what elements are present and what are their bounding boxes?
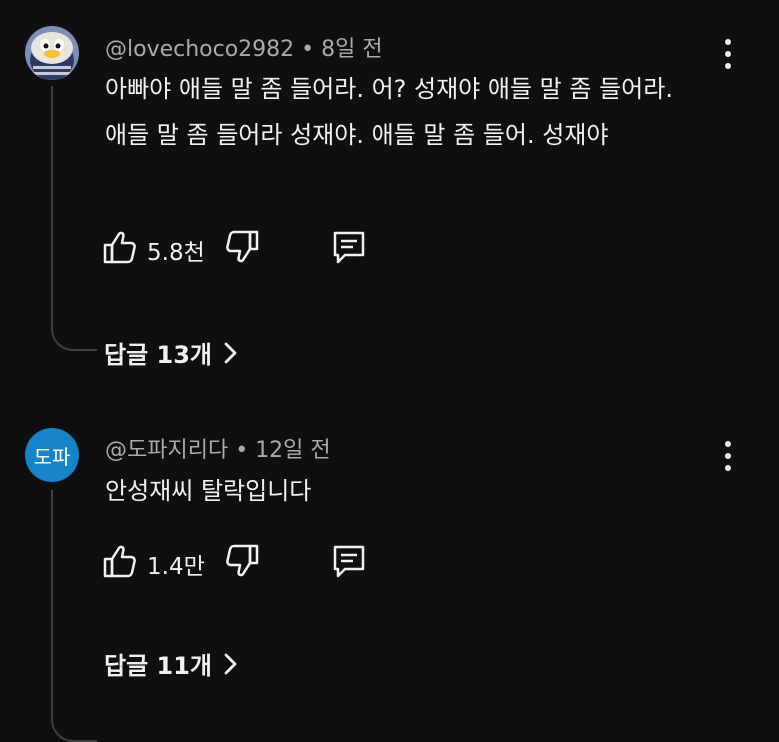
like-count: 1.4만 bbox=[147, 554, 205, 580]
reply-thread-line bbox=[51, 490, 97, 742]
reply-thread-line bbox=[51, 86, 97, 351]
more-options-icon[interactable] bbox=[716, 441, 740, 471]
like-count: 5.8천 bbox=[147, 240, 205, 266]
comment-time: 8일 전 bbox=[321, 37, 383, 62]
view-replies-button[interactable]: 답글 11개 bbox=[104, 646, 238, 681]
replies-label: 답글 13개 bbox=[104, 341, 212, 369]
dislike-button[interactable] bbox=[222, 541, 262, 581]
meta-separator: • bbox=[235, 438, 249, 463]
avatar[interactable]: 도파 bbox=[25, 428, 79, 482]
comment-text: 안성재씨 탈락입니다 bbox=[105, 477, 312, 505]
comment-reply-icon bbox=[333, 231, 365, 264]
author-handle[interactable]: @lovechoco2982 bbox=[105, 37, 294, 62]
comment-actions: 1.4만 bbox=[100, 541, 400, 581]
meta-separator: • bbox=[301, 37, 315, 62]
dislike-button[interactable] bbox=[222, 227, 262, 267]
chevron-right-icon bbox=[224, 653, 237, 674]
comment-meta: @lovechoco2982 • 8일 전 bbox=[105, 31, 383, 63]
like-button[interactable] bbox=[100, 227, 140, 267]
chevron-right-icon bbox=[224, 342, 237, 363]
avatar[interactable] bbox=[25, 26, 79, 80]
thumbs-down-icon bbox=[226, 230, 259, 263]
reply-button[interactable] bbox=[329, 227, 369, 267]
author-handle[interactable]: @도파지리다 bbox=[105, 438, 228, 463]
reply-button[interactable] bbox=[329, 541, 369, 581]
view-replies-button[interactable]: 답글 13개 bbox=[104, 335, 238, 370]
more-options-icon[interactable] bbox=[716, 39, 740, 69]
comment-text: 아빠야 애들 말 좀 들어라. 어? 성재야 애들 말 좀 들어라. 애들 말 … bbox=[105, 75, 673, 149]
comment-actions: 5.8천 bbox=[100, 227, 400, 267]
replies-label: 답글 11개 bbox=[104, 652, 212, 680]
comment-meta: @도파지리다 • 12일 전 bbox=[105, 432, 331, 464]
comment-item: @lovechoco2982 • 8일 전 아빠야 애들 말 좀 들어라. 어?… bbox=[0, 0, 779, 400]
avatar-initials: 도파 bbox=[33, 444, 71, 469]
comment-time: 12일 전 bbox=[255, 438, 331, 463]
comment-item: 도파 @도파지리다 • 12일 전 안성재씨 탈락입니다 1.4만 답글 11개 bbox=[0, 410, 779, 742]
comment-reply-icon bbox=[333, 545, 365, 578]
thumbs-down-icon bbox=[226, 544, 259, 577]
thumbs-up-icon bbox=[103, 545, 136, 578]
thumbs-up-icon bbox=[103, 231, 136, 264]
cartoon-penguin-avatar-icon bbox=[25, 26, 79, 80]
like-button[interactable] bbox=[100, 541, 140, 581]
